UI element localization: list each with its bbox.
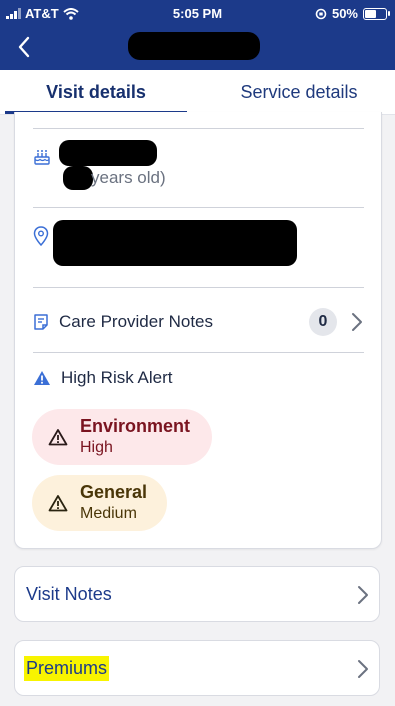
divider [33, 352, 364, 353]
warning-outline-icon [48, 429, 68, 446]
risk-category: General [80, 482, 148, 502]
risk-alert-environment: Environment High [32, 409, 212, 465]
high-risk-alert-title: High Risk Alert [61, 368, 173, 387]
tab-service-details[interactable]: Service details [215, 70, 383, 114]
divider [33, 207, 364, 208]
status-bar: AT&T 5:05 PM 50% [0, 0, 395, 28]
divider [33, 128, 364, 129]
visit-notes-row[interactable]: Visit Notes [14, 566, 380, 622]
battery-icon [363, 7, 390, 20]
notes-icon [34, 314, 48, 330]
redacted-birthdate [59, 140, 157, 166]
premiums-label: Premiums [24, 656, 110, 681]
risk-alert-general: General Medium [32, 475, 167, 531]
chevron-left-icon [18, 36, 30, 58]
cake-icon [34, 150, 50, 165]
risk-level: High [80, 439, 113, 456]
care-provider-notes-label: Care Provider Notes [59, 312, 214, 331]
care-provider-notes-row[interactable]: Care Provider Notes 0 [33, 302, 365, 342]
premiums-row[interactable]: Premiums [14, 640, 380, 696]
back-button[interactable] [12, 34, 36, 60]
chevron-right-icon [352, 313, 362, 331]
visit-details-card: years old) Care Provider Notes 0 High Ri… [14, 112, 382, 549]
visit-notes-label: Visit Notes [26, 584, 112, 604]
location-pin-icon [33, 226, 49, 246]
orientation-lock-icon [315, 8, 327, 19]
risk-level: Medium [80, 505, 137, 522]
warning-icon [34, 371, 50, 385]
age-text: years old) [91, 168, 166, 187]
divider [33, 287, 364, 288]
high-risk-alert-heading: High Risk Alert [33, 368, 172, 388]
tab-bar: Visit details Service details [0, 70, 395, 115]
warning-outline-icon [48, 495, 68, 512]
battery-percent: 50% [331, 6, 358, 21]
redacted-address [53, 220, 297, 266]
notes-count-badge: 0 [309, 308, 337, 336]
chevron-right-icon [358, 586, 368, 604]
redacted-client-name [128, 32, 260, 60]
risk-category: Environment [80, 416, 191, 436]
chevron-right-icon [358, 660, 368, 678]
app-header: AT&T 5:05 PM 50% [0, 0, 395, 70]
redacted-age [63, 166, 93, 190]
tab-visit-details[interactable]: Visit details [5, 70, 187, 114]
